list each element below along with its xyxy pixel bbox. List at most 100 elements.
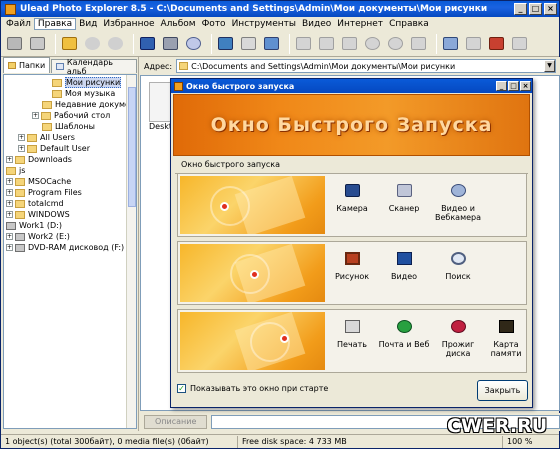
folders-panel: Папки Календарь альб + DVD-RAM дисковод (… <box>1 57 139 431</box>
expand-icon[interactable]: + <box>32 112 39 119</box>
tree-item[interactable]: js <box>6 165 25 176</box>
tab-calendar[interactable]: Календарь альб <box>51 57 137 76</box>
menu-item[interactable]: Справка <box>386 19 432 29</box>
tree-item[interactable]: + Default User <box>18 143 90 154</box>
tree-item-label: Work2 (E:) <box>28 232 70 241</box>
launch-action-button[interactable]: Сканер <box>378 182 430 213</box>
tree-item[interactable]: + Program Files <box>6 187 82 198</box>
expand-icon[interactable]: + <box>6 156 13 163</box>
tree-item-label: Downloads <box>28 155 72 164</box>
tree-item[interactable]: + Work2 (E:) <box>6 231 70 242</box>
launch-action-button[interactable]: Печать <box>326 318 378 349</box>
folder-icon <box>52 89 62 98</box>
tree-item[interactable]: + All Users <box>18 132 75 143</box>
forward-button[interactable] <box>106 34 125 53</box>
launch-group: Печать Почта и Веб Прожиг диска Карта памят… <box>177 309 527 373</box>
tree-item-label: Рабочий стол <box>54 111 111 120</box>
tree-item[interactable]: + Рабочий стол <box>32 110 110 121</box>
slideshow-button[interactable] <box>216 34 235 53</box>
menu-bar: Файл Правка Вид Избранное Альбом Фото Инструме… <box>1 17 559 31</box>
launch-action-button[interactable]: Рисунок <box>326 250 378 281</box>
toolbar-separator <box>289 33 290 54</box>
dialog-maximize-button[interactable]: □ <box>508 81 519 91</box>
tree-item-label: Моя музыка <box>65 89 116 98</box>
tree-item[interactable]: + WINDOWS <box>6 209 70 220</box>
tree-item-label: Program Files <box>28 188 82 197</box>
maximize-button[interactable]: □ <box>529 3 542 15</box>
menu-item[interactable]: Видео <box>299 19 334 29</box>
menu-item[interactable]: Вид <box>76 19 100 29</box>
minimize-button[interactable]: _ <box>514 3 527 15</box>
tree-item[interactable]: Шаблоны <box>42 121 95 132</box>
back-button[interactable] <box>83 34 102 53</box>
tree-item[interactable]: + totalcmd <box>6 198 64 209</box>
dialog-minimize-button[interactable]: _ <box>496 81 507 91</box>
tree-scrollbar[interactable] <box>126 75 136 428</box>
tool-button[interactable] <box>409 34 428 53</box>
disc-toolbar-button[interactable] <box>184 34 203 53</box>
description-button[interactable]: Описание <box>144 415 208 429</box>
video-icon <box>395 250 413 266</box>
tree-item[interactable]: Work1 (D:) <box>6 220 62 231</box>
expand-icon[interactable]: + <box>6 178 13 185</box>
launch-action-button[interactable]: Прожиг диска <box>432 318 484 358</box>
expand-icon[interactable]: + <box>6 211 13 218</box>
address-field[interactable]: C:\Documents and Settings\Admin\Мои доку… <box>176 59 556 73</box>
launch-action-button[interactable]: Видео <box>378 250 430 281</box>
expand-icon[interactable]: + <box>6 233 13 240</box>
expand-icon[interactable]: + <box>6 200 13 207</box>
menu-item[interactable]: Интернет <box>334 19 386 29</box>
launch-action-button[interactable]: Поиск <box>432 250 484 281</box>
tab-folders[interactable]: Папки <box>3 57 51 73</box>
web-toolbar-button[interactable] <box>487 34 506 53</box>
menu-item[interactable]: Фото <box>199 19 229 29</box>
show-on-start-option[interactable]: ✓ Показывать это окно при старте <box>177 384 328 393</box>
print-toolbar-button[interactable] <box>441 34 460 53</box>
tree-item[interactable]: + DVD-RAM дисковод (F:) <box>6 242 124 253</box>
camera-toolbar-button[interactable] <box>138 34 157 53</box>
folder-tree[interactable]: + DVD-RAM дисковод (F:) + Work2 (E:) Work1 (… <box>3 74 137 429</box>
tree-item[interactable]: + Downloads <box>6 154 72 165</box>
tree-item[interactable]: Недавние документы <box>42 99 136 110</box>
tool-button[interactable] <box>294 34 313 53</box>
launch-action-button[interactable]: Видео и Вебкамера <box>432 182 484 222</box>
expand-icon[interactable]: + <box>18 145 25 152</box>
tree-item[interactable]: + MSOCache <box>6 176 71 187</box>
show-on-start-checkbox[interactable]: ✓ <box>177 384 186 393</box>
rotate-right-button[interactable] <box>386 34 405 53</box>
tab-label: Календарь альб <box>66 57 113 76</box>
menu-item[interactable]: Инструменты <box>229 19 299 29</box>
launch-action-button[interactable]: Камера <box>326 182 378 213</box>
launch-action-label: Печать <box>337 340 367 349</box>
search-icon <box>449 250 467 266</box>
tool-button[interactable] <box>340 34 359 53</box>
view-button[interactable] <box>28 34 47 53</box>
menu-item[interactable]: Альбом <box>158 19 199 29</box>
layout-button[interactable] <box>262 34 281 53</box>
expand-icon[interactable]: + <box>6 189 13 196</box>
edit-button[interactable] <box>239 34 258 53</box>
close-button[interactable]: × <box>544 3 557 15</box>
menu-item[interactable]: Файл <box>3 19 34 29</box>
tool-button[interactable] <box>464 34 483 53</box>
new-window-button[interactable] <box>5 34 24 53</box>
expand-icon[interactable]: + <box>18 134 25 141</box>
tool-button[interactable] <box>510 34 529 53</box>
dialog-close-button[interactable]: × <box>520 81 531 91</box>
chevron-down-icon[interactable]: ▼ <box>544 60 555 72</box>
menu-item[interactable]: Избранное <box>100 19 157 29</box>
folder-button[interactable] <box>60 34 79 53</box>
folder-icon <box>42 100 52 109</box>
tree-item[interactable]: Мои рисунки <box>52 77 122 88</box>
expand-icon[interactable]: + <box>6 244 13 251</box>
close-dialog-button[interactable]: Закрыть <box>477 380 528 401</box>
launch-action-label: Поиск <box>445 272 471 281</box>
launch-action-button[interactable]: Почта и Веб <box>378 318 430 349</box>
rotate-left-button[interactable] <box>363 34 382 53</box>
scrollbar-thumb[interactable] <box>128 87 136 207</box>
scanner-toolbar-button[interactable] <box>161 34 180 53</box>
tree-item[interactable]: Моя музыка <box>52 88 115 99</box>
menu-item[interactable]: Правка <box>33 18 77 30</box>
launch-action-button[interactable]: Карта памяти <box>480 318 532 358</box>
tool-button[interactable] <box>317 34 336 53</box>
